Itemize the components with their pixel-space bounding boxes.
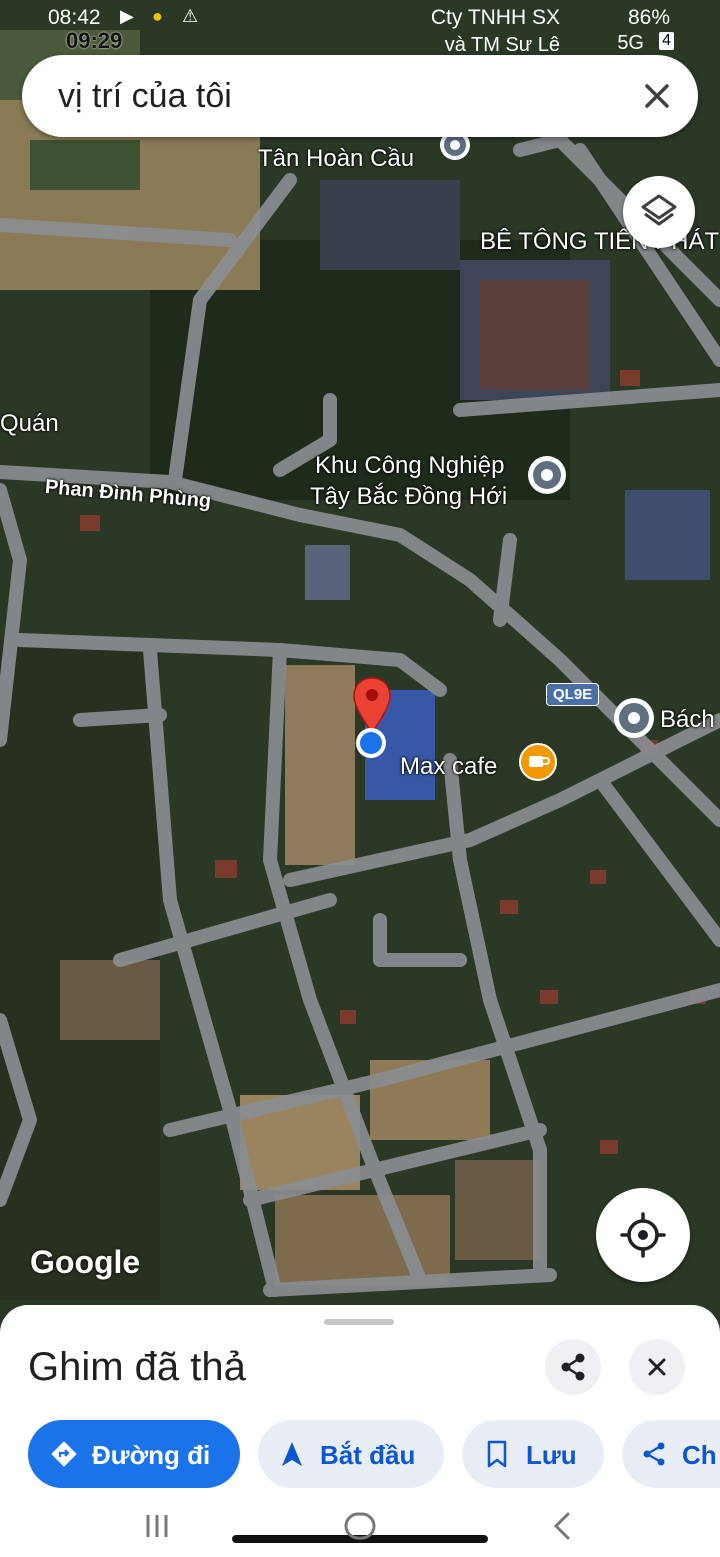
- directions-icon: [51, 1441, 77, 1467]
- map-label-tan-hoan-cau[interactable]: Tân Hoàn Cầu: [258, 145, 414, 173]
- system-nav-bar: [0, 1495, 720, 1557]
- share-chip[interactable]: Ch: [622, 1420, 720, 1488]
- close-icon[interactable]: [642, 81, 672, 111]
- map-label-bach[interactable]: Bách: [660, 706, 715, 734]
- layers-button[interactable]: [623, 176, 695, 248]
- drag-handle[interactable]: [324, 1319, 394, 1325]
- my-location-button[interactable]: [596, 1188, 690, 1282]
- layers-icon: [641, 194, 677, 226]
- road-shield[interactable]: QL9E: [546, 683, 600, 706]
- google-attribution: Google: [30, 1244, 141, 1280]
- map-label-quan[interactable]: Quán: [0, 410, 59, 438]
- map-label-kcn-line1[interactable]: Khu Công Nghiệp: [315, 452, 504, 480]
- youtube-icon: ▶: [120, 6, 134, 26]
- my-location-dot: [356, 728, 386, 758]
- carrier-line2: và TM Sư Lê: [444, 34, 560, 56]
- notification-icon: ●: [152, 6, 163, 26]
- place-icon[interactable]: [526, 454, 568, 496]
- search-bar[interactable]: vị trí của tôi: [22, 55, 698, 137]
- network-type: 5G: [617, 32, 644, 54]
- status-time: 08:42: [48, 6, 101, 29]
- place-icon[interactable]: [612, 696, 656, 740]
- directions-label: Đường đi: [92, 1440, 211, 1470]
- home-icon[interactable]: [340, 1511, 380, 1541]
- warning-icon: ⚠: [182, 6, 199, 26]
- map-label-kcn-line2[interactable]: Tây Bắc Đồng Hới: [310, 483, 507, 511]
- share-icon: [643, 1442, 665, 1466]
- status-bar: 08:42 ▶ ● ⚠ 09:29 Cty TNHH SX và TM Sư L…: [0, 0, 720, 56]
- overlay-time: 09:29: [66, 28, 123, 53]
- map-label-cafe[interactable]: Max cafe: [400, 753, 497, 781]
- save-label: Lưu: [526, 1440, 577, 1470]
- my-location-icon: [620, 1212, 666, 1258]
- sheet-title: Ghim đã thả: [28, 1345, 246, 1389]
- cafe-icon[interactable]: [518, 742, 558, 782]
- navigation-arrow-icon: [282, 1442, 302, 1466]
- save-button[interactable]: Lưu: [462, 1420, 604, 1488]
- carrier-line1: Cty TNHH SX: [430, 6, 560, 29]
- close-sheet-button[interactable]: [629, 1339, 685, 1395]
- battery-level: 86%: [627, 6, 670, 29]
- share-button[interactable]: [545, 1339, 601, 1395]
- share-label: Ch: [682, 1440, 717, 1470]
- search-query[interactable]: vị trí của tôi: [58, 77, 232, 116]
- bookmark-icon: [487, 1440, 507, 1468]
- start-button[interactable]: Bắt đầu: [258, 1420, 444, 1488]
- share-icon: [561, 1353, 585, 1381]
- start-label: Bắt đầu: [320, 1440, 416, 1470]
- directions-button[interactable]: Đường đi: [28, 1420, 240, 1488]
- close-icon: [648, 1358, 666, 1376]
- sim-slot: 4: [659, 32, 674, 50]
- back-icon[interactable]: [548, 1509, 578, 1543]
- recents-icon[interactable]: [142, 1511, 172, 1541]
